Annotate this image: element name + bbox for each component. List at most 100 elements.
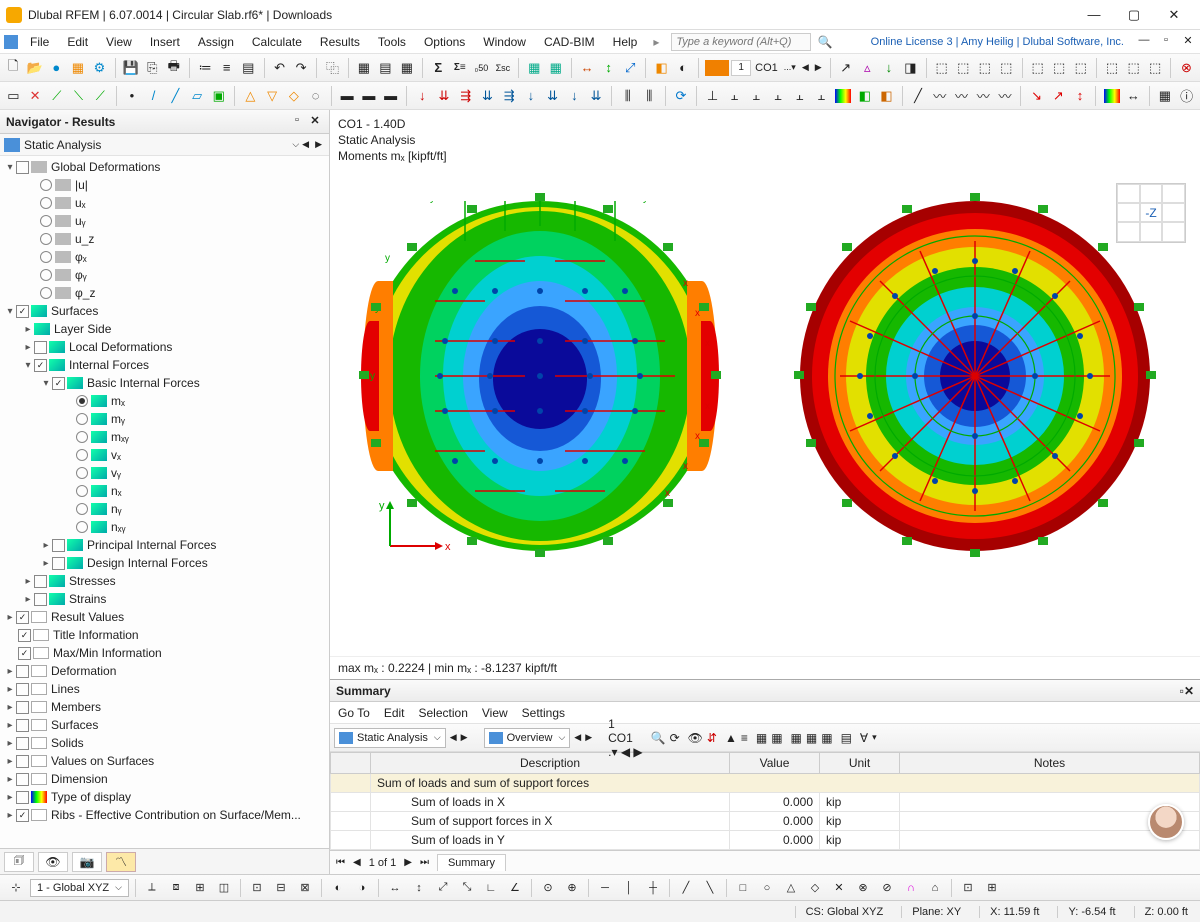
summary-overview-select[interactable]: Overview⌵	[484, 728, 571, 748]
view3-icon[interactable]: ⬚	[976, 57, 995, 79]
osnap3-icon[interactable]: △	[781, 878, 801, 898]
guide4-icon[interactable]: ╱	[676, 878, 696, 898]
tree-layer-side[interactable]: ▸Layer Side	[0, 320, 329, 338]
view7-icon[interactable]: ⬚	[1071, 57, 1090, 79]
load2-icon[interactable]: ⇊	[435, 85, 454, 107]
col-description[interactable]: Description	[371, 753, 730, 774]
arrows2-icon[interactable]: ↗	[1049, 85, 1068, 107]
dir-x-icon[interactable]: ↔	[578, 57, 597, 79]
co-prev-icon[interactable]: ◀	[800, 62, 811, 73]
tree-nx[interactable]: nₓ	[0, 482, 329, 500]
osnap6-icon[interactable]: ⊗	[853, 878, 873, 898]
sum-tb4-icon[interactable]: ⇵	[707, 731, 717, 745]
results-nav-icon[interactable]: ⟳	[672, 85, 691, 107]
diagram5-icon[interactable]: ⫠	[790, 85, 809, 107]
co-dropdown-icon[interactable]: ...▾	[782, 62, 798, 73]
search-icon[interactable]: 🔍	[817, 35, 833, 49]
tree-phiz[interactable]: φ_z	[0, 284, 329, 302]
menu-options[interactable]: Options	[416, 32, 473, 52]
grid-line1-icon[interactable]: ⫼	[618, 85, 637, 107]
col-notes[interactable]: Notes	[900, 753, 1200, 774]
tables-icon[interactable]: ▤	[239, 57, 258, 79]
minimize-button[interactable]: —	[1074, 1, 1114, 29]
tree-basic-if[interactable]: ▾Basic Internal Forces	[0, 374, 329, 392]
tree-members[interactable]: ▸Members	[0, 698, 329, 716]
snap5-icon[interactable]: ⊡	[247, 878, 267, 898]
menu-window[interactable]: Window	[475, 32, 534, 52]
mdi-minimize-button[interactable]: —	[1136, 34, 1152, 50]
globe-icon[interactable]: ●	[47, 57, 66, 79]
tree-vy[interactable]: vᵧ	[0, 464, 329, 482]
line-res1-icon[interactable]: ╱	[909, 85, 928, 107]
sumco-prev-icon[interactable]: ◀	[621, 745, 630, 759]
cube3d2-icon[interactable]: ◧	[877, 85, 896, 107]
osnap7-icon[interactable]: ⊘	[877, 878, 897, 898]
tree-deformation[interactable]: ▸Deformation	[0, 662, 329, 680]
tree-dimension[interactable]: ▸Dimension	[0, 770, 329, 788]
thickness-icon[interactable]: ▬	[381, 85, 400, 107]
filter3-icon[interactable]: ⟋	[91, 85, 110, 107]
material-icon[interactable]: ▬	[360, 85, 379, 107]
node-icon[interactable]: •	[123, 85, 142, 107]
menu-cad-bim[interactable]: CAD-BIM	[536, 32, 603, 52]
tree-type-display[interactable]: ▸Type of display	[0, 788, 329, 806]
co-selector[interactable]: 1 CO1 ...▾ ◀ ▶	[705, 60, 824, 76]
osnap8-icon[interactable]: ∩	[901, 878, 921, 898]
nav-tab-data[interactable]: 🗊	[4, 852, 34, 872]
load6-icon[interactable]: ↓	[522, 85, 541, 107]
arrows1-icon[interactable]: ↘	[1027, 85, 1046, 107]
tree-nxy[interactable]: nₓᵧ	[0, 518, 329, 536]
tree-mxy[interactable]: mₓᵧ	[0, 428, 329, 446]
tree-ribs[interactable]: ▸Ribs - Effective Contribution on Surfac…	[0, 806, 329, 824]
snap17-icon[interactable]: ⊕	[562, 878, 582, 898]
menu-calculate[interactable]: Calculate	[244, 32, 310, 52]
navigator-close-icon[interactable]: ✕	[307, 114, 323, 130]
tree-lines[interactable]: ▸Lines	[0, 680, 329, 698]
line-sup-icon[interactable]: ▽	[263, 85, 282, 107]
cube3d-icon[interactable]: ◧	[855, 85, 874, 107]
cs-icon[interactable]: ⊹	[6, 878, 26, 898]
load9-icon[interactable]: ⇊	[587, 85, 606, 107]
arrows3-icon[interactable]: ↕	[1071, 85, 1090, 107]
menu-tools[interactable]: Tools	[370, 32, 414, 52]
tree-principal-if[interactable]: ▸Principal Internal Forces	[0, 536, 329, 554]
open-file-icon[interactable]: 📂	[26, 57, 45, 79]
summary-co-selector[interactable]: 1CO1 .▾ ◀ ▶	[608, 717, 643, 759]
mesh-icon[interactable]: ▦	[525, 57, 544, 79]
sum-menu-settings[interactable]: Settings	[522, 706, 565, 720]
results-table-icon[interactable]: ▦	[355, 57, 374, 79]
nav-tab-display[interactable]: 👁	[38, 852, 68, 872]
guide5-icon[interactable]: ╲	[700, 878, 720, 898]
calc2-icon[interactable]: ▦	[1156, 85, 1175, 107]
tree-ny[interactable]: nᵧ	[0, 500, 329, 518]
view9-icon[interactable]: ⬚	[1124, 57, 1143, 79]
tree-uz[interactable]: u_z	[0, 230, 329, 248]
menu-edit[interactable]: Edit	[59, 32, 96, 52]
undo-icon[interactable]: ↶	[270, 57, 289, 79]
viewport-canvas[interactable]: -Z	[330, 171, 1200, 656]
tree-uy[interactable]: uᵧ	[0, 212, 329, 230]
sum-anal-next-icon[interactable]: ▶	[461, 732, 468, 743]
tree-ux[interactable]: uₓ	[0, 194, 329, 212]
sum-menu-goto[interactable]: Go To	[338, 706, 370, 720]
tree-surfaces2[interactable]: ▸Surfaces	[0, 716, 329, 734]
sum-menu-selection[interactable]: Selection	[419, 706, 468, 720]
render-icon[interactable]: ◐	[674, 57, 693, 79]
cube-icon[interactable]: ◧	[652, 57, 671, 79]
calc-sigma-icon[interactable]: Σ	[429, 57, 448, 79]
view5-icon[interactable]: ⬚	[1028, 57, 1047, 79]
tree-result-values[interactable]: ▸Result Values	[0, 608, 329, 626]
close-button[interactable]: ✕	[1154, 1, 1194, 29]
osnap1-icon[interactable]: □	[733, 878, 753, 898]
section-icon[interactable]: ▬	[338, 85, 357, 107]
table-row[interactable]: Sum of loads in Y0.000kip	[331, 831, 1200, 850]
col-unit[interactable]: Unit	[820, 753, 900, 774]
tree-internal-forces[interactable]: ▾Internal Forces	[0, 356, 329, 374]
navigator-dock-icon[interactable]: ▫	[289, 114, 305, 130]
snap16-icon[interactable]: ⊙	[538, 878, 558, 898]
line-icon[interactable]: /	[144, 85, 163, 107]
nodal-sup-icon[interactable]: △	[241, 85, 260, 107]
page-last-icon[interactable]: ⏭	[420, 857, 429, 868]
sumco-dropdown-icon[interactable]: .▾	[608, 745, 617, 759]
nav-tab-views[interactable]: 📷	[72, 852, 102, 872]
